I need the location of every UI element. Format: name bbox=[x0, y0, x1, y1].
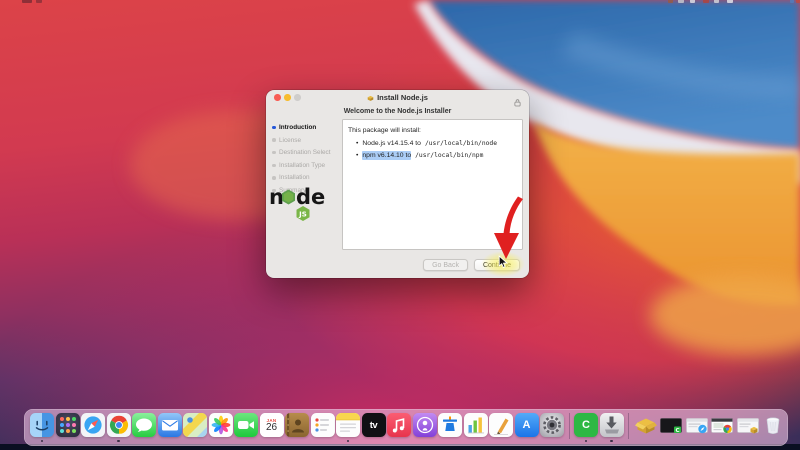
calendar-icon: JAN26 bbox=[260, 413, 284, 437]
win-installer-icon bbox=[736, 413, 760, 437]
installer-box-icon bbox=[367, 94, 374, 100]
running-indicator-dot bbox=[585, 440, 588, 443]
step-dot-icon bbox=[272, 164, 276, 168]
svg-text:n: n bbox=[269, 185, 284, 209]
package-icon bbox=[634, 413, 658, 437]
win-camtasia-icon: C bbox=[659, 413, 683, 437]
sysprefs-icon bbox=[540, 413, 564, 437]
dock-icon-numbers[interactable] bbox=[464, 413, 488, 442]
messages-icon bbox=[132, 413, 156, 437]
dock-icon-camtasia[interactable]: C bbox=[574, 413, 598, 442]
package-install-list: •Node.js v14.15.4 to /usr/local/bin/node… bbox=[348, 139, 517, 160]
launchpad-icon bbox=[56, 413, 80, 437]
dock-icon-notes[interactable] bbox=[336, 413, 360, 442]
dock-icon-facetime[interactable] bbox=[234, 413, 258, 442]
svg-text:C: C bbox=[675, 428, 679, 434]
win-chrome-icon bbox=[710, 413, 734, 437]
contacts-icon bbox=[285, 413, 309, 437]
finder-icon bbox=[30, 413, 54, 437]
dock-icon-keynote[interactable] bbox=[438, 413, 462, 442]
dock-icon-trash[interactable] bbox=[761, 413, 785, 442]
dock-icon-podcasts[interactable] bbox=[413, 413, 437, 442]
dock-icon-chrome[interactable] bbox=[107, 413, 131, 442]
chrome-icon bbox=[107, 413, 131, 437]
svg-text:JS: JS bbox=[298, 211, 307, 219]
svg-text:de: de bbox=[296, 185, 325, 209]
lock-icon bbox=[514, 94, 521, 102]
podcasts-icon bbox=[413, 413, 437, 437]
camtasia-icon: C bbox=[574, 413, 598, 437]
desktop: Install Node.js Welcome to the Node.js I… bbox=[0, 0, 800, 450]
dock-icon-win-installer[interactable] bbox=[736, 413, 760, 442]
nodejs-logo: n de JS bbox=[267, 178, 329, 224]
dock-icon-maps[interactable] bbox=[183, 413, 207, 442]
dock-icon-win-safari[interactable] bbox=[685, 413, 709, 442]
dock-icon-tv[interactable]: tv bbox=[362, 413, 386, 442]
mouse-cursor-icon bbox=[498, 255, 509, 269]
music-icon bbox=[387, 413, 411, 437]
dock-icon-music[interactable] bbox=[387, 413, 411, 442]
sidebar-step-installation-type: Installation Type bbox=[272, 162, 342, 169]
numbers-icon bbox=[464, 413, 488, 437]
dock-icon-reminders[interactable] bbox=[311, 413, 335, 442]
pages-icon bbox=[489, 413, 513, 437]
running-indicator-dot bbox=[610, 440, 613, 443]
window-titlebar[interactable]: Install Node.js bbox=[266, 90, 529, 105]
running-indicator-dot bbox=[347, 440, 350, 443]
go-back-button[interactable]: Go Back bbox=[423, 259, 468, 271]
dock: JAN26 tv A C C bbox=[24, 409, 788, 446]
dock-separator bbox=[628, 413, 629, 439]
step-dot-icon bbox=[272, 151, 276, 155]
dock-icon-pages[interactable] bbox=[489, 413, 513, 442]
installer-header: Welcome to the Node.js Installer bbox=[266, 105, 529, 119]
notes-icon bbox=[336, 413, 360, 437]
safari-icon bbox=[81, 413, 105, 437]
dock-icon-photos[interactable] bbox=[209, 413, 233, 442]
package-item: •npm v6.14.10 to /usr/local/bin/npm bbox=[356, 151, 517, 160]
dock-icon-win-chrome[interactable] bbox=[710, 413, 734, 442]
photos-icon bbox=[209, 413, 233, 437]
dock-icon-appstore[interactable]: A bbox=[515, 413, 539, 442]
dock-icon-safari[interactable] bbox=[81, 413, 105, 442]
running-indicator-dot bbox=[117, 440, 120, 443]
dock-icon-package[interactable] bbox=[634, 413, 658, 442]
dock-icon-finder[interactable] bbox=[30, 413, 54, 442]
step-dot-icon bbox=[272, 138, 276, 142]
dock-icon-mail[interactable] bbox=[158, 413, 182, 442]
dock-icon-sysprefs[interactable] bbox=[540, 413, 564, 442]
trash-icon bbox=[761, 413, 785, 437]
installer-icon bbox=[600, 413, 624, 437]
appstore-icon: A bbox=[515, 413, 539, 437]
step-dot-icon bbox=[272, 126, 276, 130]
package-item: •Node.js v14.15.4 to /usr/local/bin/node bbox=[356, 139, 517, 148]
sidebar-step-destination-select: Destination Select bbox=[272, 149, 342, 156]
installer-window: Install Node.js Welcome to the Node.js I… bbox=[266, 90, 529, 278]
keynote-icon bbox=[438, 413, 462, 437]
sidebar-step-introduction: Introduction bbox=[272, 124, 342, 131]
package-intro-text: This package will install: bbox=[348, 126, 517, 135]
dock-icon-win-camtasia[interactable]: C bbox=[659, 413, 683, 442]
tv-icon: tv bbox=[362, 413, 386, 437]
window-title: Install Node.js bbox=[266, 93, 529, 102]
dock-icon-launchpad[interactable] bbox=[56, 413, 80, 442]
win-safari-icon bbox=[685, 413, 709, 437]
dock-icon-installer[interactable] bbox=[600, 413, 624, 442]
dock-icon-messages[interactable] bbox=[132, 413, 156, 442]
maps-icon bbox=[183, 413, 207, 437]
mail-icon bbox=[158, 413, 182, 437]
dock-icon-contacts[interactable] bbox=[285, 413, 309, 442]
dock-icon-calendar[interactable]: JAN26 bbox=[260, 413, 284, 442]
running-indicator-dot bbox=[41, 440, 44, 443]
installer-content-pane: This package will install: •Node.js v14.… bbox=[342, 119, 523, 250]
dock-separator bbox=[569, 413, 570, 439]
reminders-icon bbox=[311, 413, 335, 437]
sidebar-step-license: License bbox=[272, 137, 342, 144]
facetime-icon bbox=[234, 413, 258, 437]
